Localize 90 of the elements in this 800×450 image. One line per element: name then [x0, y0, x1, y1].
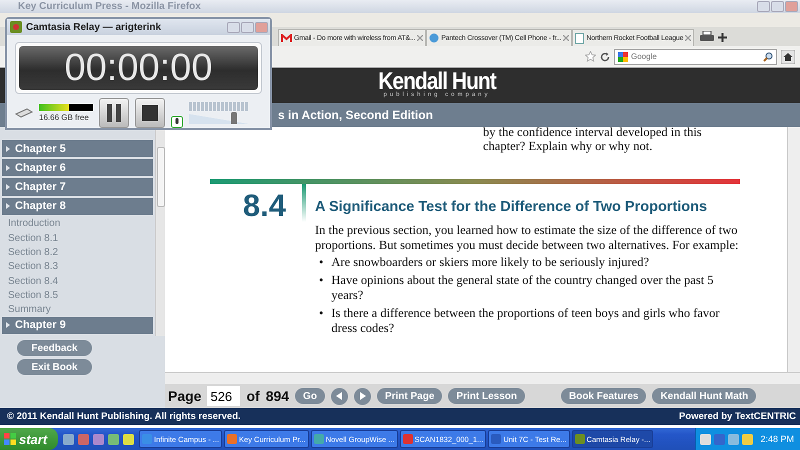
search-box[interactable]: Google: [614, 48, 777, 64]
next-button[interactable]: [354, 388, 371, 404]
text-line: chapter? Explain why or why not.: [483, 139, 654, 153]
app-icon: [227, 434, 238, 444]
arrow-icon: [6, 322, 10, 328]
bullet-marker: •: [319, 306, 324, 322]
timer-display: 00:00:00: [19, 46, 258, 90]
start-button[interactable]: start: [0, 428, 58, 450]
stop-icon: [142, 105, 158, 121]
left-triangle-icon: [336, 392, 343, 400]
text-line: by the confidence interval developed in this: [483, 127, 703, 139]
arrow-icon: [6, 203, 10, 210]
close-icon[interactable]: [417, 35, 424, 41]
minimize-button[interactable]: [227, 22, 240, 32]
window-title: Key Curriculum Press - Mozilla Firefox: [18, 1, 201, 12]
chapter-item[interactable]: Chapter 9: [2, 316, 153, 334]
section-item[interactable]: Section 8.4: [0, 274, 155, 288]
minimize-button[interactable]: [757, 1, 770, 12]
book-title: s in Action, Second Edition: [278, 108, 433, 122]
globe-icon: [429, 33, 440, 43]
microphone-icon[interactable]: [171, 116, 183, 128]
chapter-item[interactable]: Chapter 6: [2, 159, 153, 176]
section-number: 8.4: [242, 188, 286, 223]
arrow-icon: [6, 146, 10, 152]
close-button[interactable]: [255, 22, 268, 32]
bullet-item: Is there a difference between the proportions of teen boys and girls who favor dress codes?: [331, 306, 721, 336]
home-icon[interactable]: [781, 50, 795, 64]
chapter-item[interactable]: Chapter 8: [2, 198, 153, 215]
section-item[interactable]: Section 8.2: [0, 245, 155, 260]
pause-button[interactable]: [99, 98, 129, 128]
right-triangle-icon: [358, 392, 366, 400]
disk-free-text: 16.66 GB free: [39, 113, 90, 122]
powered-by-text: Powered by TextCENTRIC: [678, 411, 796, 422]
bullet-marker: •: [319, 273, 324, 289]
toolbar-button[interactable]: Book Features: [560, 388, 646, 404]
window-title: Camtasia Relay — arigterink: [26, 22, 162, 32]
app-icon: [491, 434, 502, 444]
sidebar-button[interactable]: Exit Book: [17, 359, 92, 375]
volume-slider[interactable]: [189, 114, 249, 124]
mail-icon: [281, 34, 292, 42]
bullet-item: Have opinions about the general state of the country changed over the past 5 years?: [331, 273, 715, 303]
maximize-button[interactable]: [771, 1, 784, 12]
plus-icon[interactable]: [718, 33, 728, 42]
paragraph: In the previous section, you learned how to estimate the size of the difference of two proportions. But sometimes you must decide between two alternatives. For example:: [315, 223, 740, 253]
toolbar-button[interactable]: Kendall Hunt Math: [652, 388, 756, 404]
section-item[interactable]: Section 8.5: [0, 288, 155, 303]
arrow-icon: [6, 184, 10, 190]
copyright-text: © 2011 Kendall Hunt Publishing. All rights reserved.: [7, 411, 241, 422]
close-button[interactable]: [785, 1, 798, 12]
arrow-icon: [6, 164, 10, 171]
reload-icon[interactable]: [600, 52, 610, 62]
page-icon: [575, 32, 584, 44]
level-meter-icon: [189, 102, 249, 111]
page-total: 894: [266, 388, 290, 404]
maximize-button[interactable]: [241, 22, 254, 32]
section-heading: A Significance Test for the Difference of Two Proportions: [315, 199, 708, 215]
app-icon: [10, 21, 22, 33]
bullet-marker: •: [319, 255, 324, 270]
stop-button[interactable]: [135, 98, 165, 128]
previous-button[interactable]: [330, 388, 348, 404]
chapter-item[interactable]: Chapter 5: [2, 140, 153, 158]
page-input[interactable]: 526: [207, 386, 240, 406]
app-icon: [574, 434, 585, 444]
search-field[interactable]: Google: [631, 52, 760, 61]
go-button[interactable]: Go: [295, 388, 325, 404]
app-icon: [402, 434, 412, 444]
bullet-item: Are snowboarders or skiers more likely to be seriously injured?: [331, 255, 650, 270]
sidebar-button[interactable]: Feedback: [17, 340, 92, 356]
section-item[interactable]: Section 8.3: [0, 260, 155, 274]
windows-logo-icon: [4, 433, 16, 445]
app-icon: [314, 434, 324, 444]
toolbar-button[interactable]: Print Lesson: [448, 388, 525, 404]
disk-meter: [39, 104, 93, 111]
of-label: of: [246, 388, 260, 404]
page-label: Page: [168, 388, 202, 404]
close-icon[interactable]: [685, 35, 692, 41]
search-icon[interactable]: [763, 52, 773, 62]
printer-icon[interactable]: [700, 31, 714, 43]
drive-icon: [15, 108, 33, 118]
section-item[interactable]: Summary: [0, 302, 155, 317]
star-icon[interactable]: [585, 51, 596, 62]
chapter-item[interactable]: Chapter 7: [2, 178, 153, 196]
clock: 2:48 PM: [760, 434, 794, 444]
close-icon[interactable]: [563, 35, 570, 41]
google-icon: [618, 52, 628, 62]
toolbar-button[interactable]: Print Page: [376, 388, 442, 404]
section-item[interactable]: Introduction: [0, 216, 155, 231]
pause-icon: [107, 104, 121, 122]
section-bar: [302, 184, 306, 222]
section-item[interactable]: Section 8.1: [0, 231, 155, 246]
